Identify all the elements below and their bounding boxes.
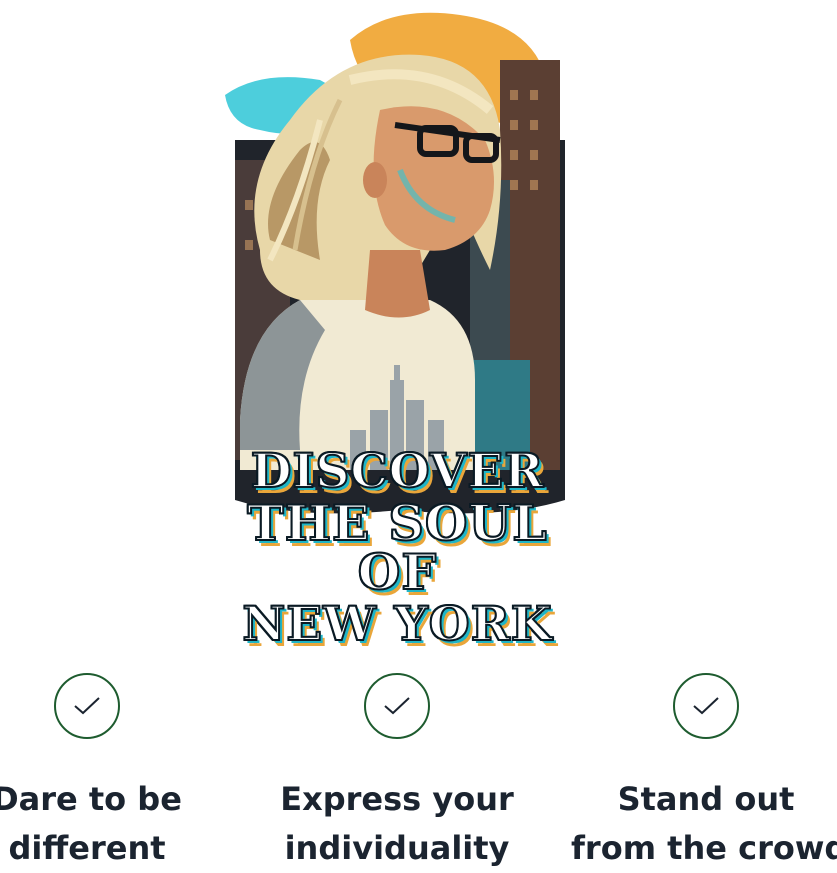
feature-label: Stand out from the crowd (571, 775, 837, 873)
check-icon (54, 673, 120, 739)
product-artwork: DISCOVER THE SOUL OF NEW YORK (200, 0, 600, 649)
feature-label-line-2: individuality (284, 829, 510, 867)
feature-label-line-1: Dare to be (0, 780, 182, 818)
feature-label-line-1: Express your (280, 780, 514, 818)
slogan-line-3: NEW YORK (241, 597, 553, 652)
slogan-line-1: DISCOVER (250, 444, 545, 499)
feature-label-line-1: Stand out (617, 780, 795, 818)
check-icon (673, 673, 739, 739)
slogan: DISCOVER THE SOUL OF NEW YORK (205, 444, 590, 652)
slogan-line-2: THE SOUL OF (246, 494, 548, 601)
feature-label-line-2: different (8, 829, 166, 867)
feature-dare-to-be-different: Dare to be different (0, 666, 222, 873)
feature-list: Dare to be different Express your indivi… (0, 666, 837, 870)
feature-label: Dare to be different (0, 775, 222, 873)
feature-label: Express your individuality (262, 775, 532, 873)
feature-stand-out-from-the-crowd: Stand out from the crowd (571, 666, 837, 873)
neck (365, 250, 430, 318)
feature-label-line-2: from the crowd (571, 829, 837, 867)
check-icon (364, 673, 430, 739)
feature-express-your-individuality: Express your individuality (262, 666, 532, 873)
